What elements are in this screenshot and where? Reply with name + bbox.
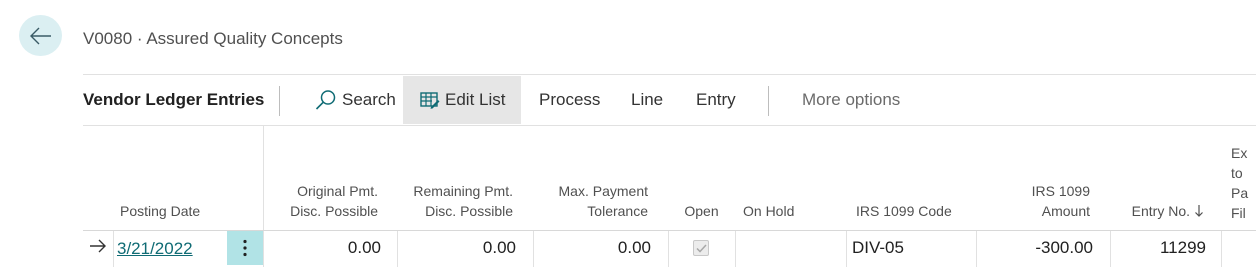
cell-divider [533, 231, 534, 267]
line-label: Line [631, 90, 664, 109]
cell-divider [1221, 231, 1222, 267]
col-truncated-label: Ex to Pa Fil [1231, 145, 1249, 221]
cell-divider [735, 231, 736, 267]
col-truncated[interactable]: Ex to Pa Fil [1231, 143, 1248, 223]
entry-label: Entry [696, 90, 736, 109]
edit-list-label: Edit List [445, 90, 506, 109]
col-on-hold-label: On Hold [743, 203, 795, 219]
col-max-payment-tolerance[interactable]: Max. Payment Tolerance [536, 140, 648, 224]
page-caption: V0080 · Assured Quality Concepts [83, 29, 343, 48]
col-irs-1099-code-label: IRS 1099 Code [856, 203, 952, 219]
col-remaining-pmt-disc-label: Remaining Pmt. Disc. Possible [413, 183, 513, 219]
cell-on-hold[interactable] [743, 231, 843, 265]
header-divider [83, 74, 1256, 75]
open-checkbox [693, 240, 709, 256]
col-open[interactable]: Open [670, 140, 733, 224]
cell-max-payment-tolerance[interactable]: 0.00 [536, 231, 651, 265]
cell-original-pmt-disc[interactable]: 0.00 [266, 231, 381, 265]
search-label: Search [342, 90, 396, 109]
arrow-left-icon [29, 27, 51, 44]
cell-divider [846, 231, 847, 267]
cell-irs-1099-amount[interactable]: -300.00 [980, 231, 1093, 265]
col-on-hold[interactable]: On Hold [743, 140, 833, 224]
more-vertical-icon [243, 239, 247, 257]
sort-descending-icon [1195, 205, 1203, 217]
cell-divider [668, 231, 669, 267]
col-original-pmt-disc[interactable]: Original Pmt. Disc. Possible [266, 140, 378, 224]
process-label: Process [539, 90, 601, 109]
edit-list-icon [420, 91, 440, 109]
col-posting-date-label: Posting Date [120, 203, 201, 219]
row-actions-button[interactable] [227, 231, 263, 265]
cell-divider [976, 231, 977, 267]
action-separator-2 [768, 86, 769, 116]
line-menu[interactable]: Line [631, 76, 663, 124]
col-irs-1099-amount[interactable]: IRS 1099 Amount [990, 140, 1090, 224]
col-entry-no[interactable]: Entry No. [1112, 140, 1204, 224]
frozen-column-divider [263, 126, 264, 267]
col-irs-1099-amount-label: IRS 1099 Amount [1031, 183, 1090, 219]
col-remaining-pmt-disc[interactable]: Remaining Pmt. Disc. Possible [400, 140, 513, 224]
back-button[interactable] [19, 15, 62, 56]
col-entry-no-label: Entry No. [1131, 203, 1190, 219]
actions-divider [83, 125, 1256, 126]
col-posting-date[interactable]: Posting Date [120, 140, 230, 224]
entry-menu[interactable]: Entry [696, 76, 736, 124]
col-max-payment-tolerance-label: Max. Payment Tolerance [558, 183, 648, 219]
more-options-label: More options [802, 90, 901, 109]
edit-list-button[interactable]: Edit List [403, 76, 522, 124]
posting-date-link[interactable]: 3/21/2022 [117, 239, 193, 259]
col-irs-1099-code[interactable]: IRS 1099 Code [856, 140, 974, 224]
search-button[interactable]: Search [315, 76, 396, 124]
cell-divider [1110, 231, 1111, 267]
cell-entry-no[interactable]: 11299 [1114, 231, 1206, 265]
process-menu[interactable]: Process [539, 76, 600, 124]
cell-irs-1099-code[interactable]: DIV-05 [852, 231, 972, 265]
cell-remaining-pmt-disc[interactable]: 0.00 [400, 231, 516, 265]
search-icon [315, 89, 337, 111]
col-open-label: Open [684, 203, 719, 219]
col-original-pmt-disc-label: Original Pmt. Disc. Possible [290, 183, 378, 219]
action-separator [279, 86, 280, 116]
more-options-button[interactable]: More options [802, 76, 900, 124]
cell-divider [397, 231, 398, 267]
cell-divider [113, 231, 114, 267]
arrow-right-icon [89, 238, 107, 259]
checkmark-icon [695, 243, 707, 253]
part-title: Vendor Ledger Entries [83, 90, 265, 109]
